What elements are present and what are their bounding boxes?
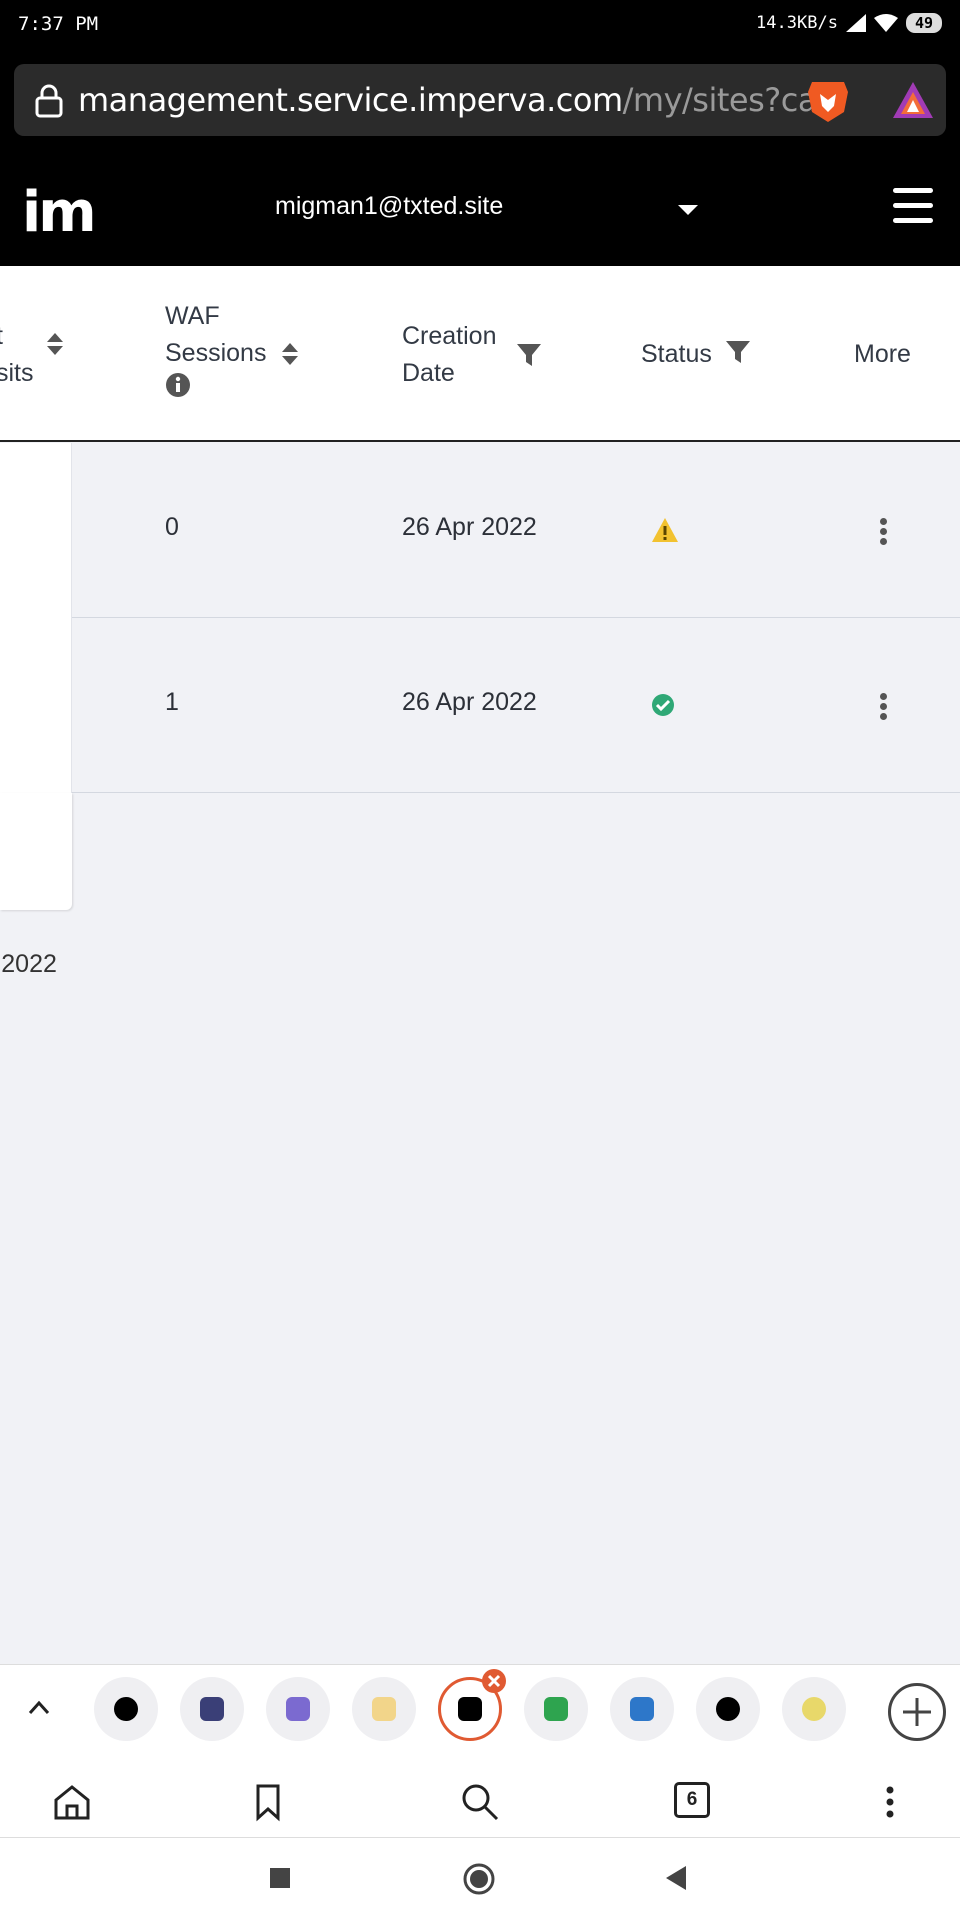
tab-s[interactable] <box>180 1677 244 1741</box>
warning-icon <box>652 518 678 542</box>
tab-emblem[interactable] <box>782 1677 846 1741</box>
column-header-more: More <box>854 340 911 368</box>
creation-date-cell: 26 Apr 2022 <box>402 513 537 541</box>
back-icon[interactable] <box>662 1864 690 1892</box>
plus-icon <box>903 1698 931 1726</box>
imperva-logo[interactable]: im <box>22 180 97 245</box>
imperva-icon <box>458 1697 482 1721</box>
tab-count-button[interactable]: 6 <box>674 1782 710 1818</box>
sort-icon[interactable] <box>46 331 64 357</box>
table-cell-truncated <box>0 443 72 618</box>
brave-rewards-icon[interactable] <box>891 80 935 120</box>
home-nav-icon[interactable] <box>462 1862 496 1896</box>
column-header-label: Creation <box>402 322 497 350</box>
brave-shields-icon[interactable] <box>806 78 850 124</box>
info-icon[interactable] <box>165 372 191 398</box>
status-right: 14.3KB/s 49 <box>756 13 942 33</box>
tab-globe[interactable] <box>696 1677 760 1741</box>
creation-date-cell: 26 Apr 2022 <box>402 688 537 716</box>
emblem-icon <box>802 1697 826 1721</box>
column-header-label: t <box>0 318 34 355</box>
menu-icon[interactable] <box>893 188 933 224</box>
close-tab-icon[interactable] <box>481 1668 507 1694</box>
table-row[interactable]: 0 26 Apr 2022 <box>0 443 960 618</box>
signal-icon <box>845 14 866 32</box>
check-circle-icon <box>652 694 674 716</box>
tab-shield[interactable] <box>266 1677 330 1741</box>
shield-icon <box>286 1697 310 1721</box>
more-options-icon[interactable] <box>870 1782 910 1822</box>
s-icon <box>200 1697 224 1721</box>
browser-toolbar: 6 <box>0 1768 960 1838</box>
system-nav-bar <box>0 1838 960 1920</box>
tab-mail[interactable] <box>352 1677 416 1741</box>
chevron-up-icon[interactable] <box>28 1697 50 1719</box>
bookmark-icon[interactable] <box>248 1782 288 1822</box>
battery-indicator: 49 <box>905 13 942 33</box>
search-icon[interactable] <box>460 1782 500 1822</box>
column-header-label: sits <box>0 359 34 387</box>
home-icon[interactable] <box>52 1782 92 1822</box>
footer-date-partial: r 2022 <box>0 950 57 978</box>
waf-sessions-cell: 1 <box>165 688 179 716</box>
row-actions-button[interactable] <box>880 693 888 721</box>
url-bar[interactable]: management.service.imperva.com/my/sites?… <box>14 64 946 136</box>
cloud-icon <box>630 1697 654 1721</box>
column-header-status[interactable]: Status <box>641 336 751 373</box>
url-text[interactable]: management.service.imperva.com/my/sites?… <box>78 81 846 119</box>
row-actions-button[interactable] <box>880 518 888 546</box>
app-header: im migman1@txted.site <box>0 158 960 266</box>
n-icon <box>114 1697 138 1721</box>
column-header-label: Date <box>402 359 455 387</box>
tab-strip <box>0 1664 960 1768</box>
drive-icon <box>544 1697 568 1721</box>
chevron-down-icon[interactable] <box>678 205 698 215</box>
status-time: 7:37 PM <box>18 13 99 35</box>
table-header: t sits WAF Sessions Creation Date Status… <box>0 266 960 442</box>
globe-icon <box>716 1697 740 1721</box>
column-header-label: WAF <box>165 302 220 330</box>
table-cell-truncated <box>0 793 72 910</box>
filter-icon[interactable] <box>516 342 542 368</box>
column-header-label: Status <box>641 340 712 368</box>
column-header-label: Sessions <box>165 339 267 367</box>
recents-icon[interactable] <box>268 1866 292 1890</box>
tab-drive[interactable] <box>524 1677 588 1741</box>
column-header-waf-sessions[interactable]: WAF Sessions <box>165 298 299 409</box>
browser-address-area: management.service.imperva.com/my/sites?… <box>0 50 960 158</box>
url-host: management.service.imperva.com <box>78 81 623 119</box>
wifi-icon <box>873 14 898 32</box>
filter-icon[interactable] <box>725 339 751 365</box>
mail-icon <box>372 1697 396 1721</box>
tab-imperva-active[interactable] <box>438 1669 506 1741</box>
table-row[interactable]: 1 26 Apr 2022 <box>0 618 960 793</box>
account-selector[interactable]: migman1@txted.site <box>275 192 503 221</box>
column-header-creation-date[interactable]: Creation Date <box>402 318 541 392</box>
network-speed: 14.3KB/s <box>756 13 838 33</box>
column-header-visits[interactable]: t sits <box>0 318 63 392</box>
lock-icon <box>35 84 63 118</box>
new-tab-button[interactable] <box>888 1683 946 1741</box>
tab-n[interactable] <box>94 1677 158 1741</box>
waf-sessions-cell: 0 <box>165 513 179 541</box>
tab-cloud[interactable] <box>610 1677 674 1741</box>
status-bar: 7:37 PM 14.3KB/s 49 <box>0 0 960 50</box>
table-cell-truncated <box>0 618 72 793</box>
sort-icon[interactable] <box>281 341 299 367</box>
